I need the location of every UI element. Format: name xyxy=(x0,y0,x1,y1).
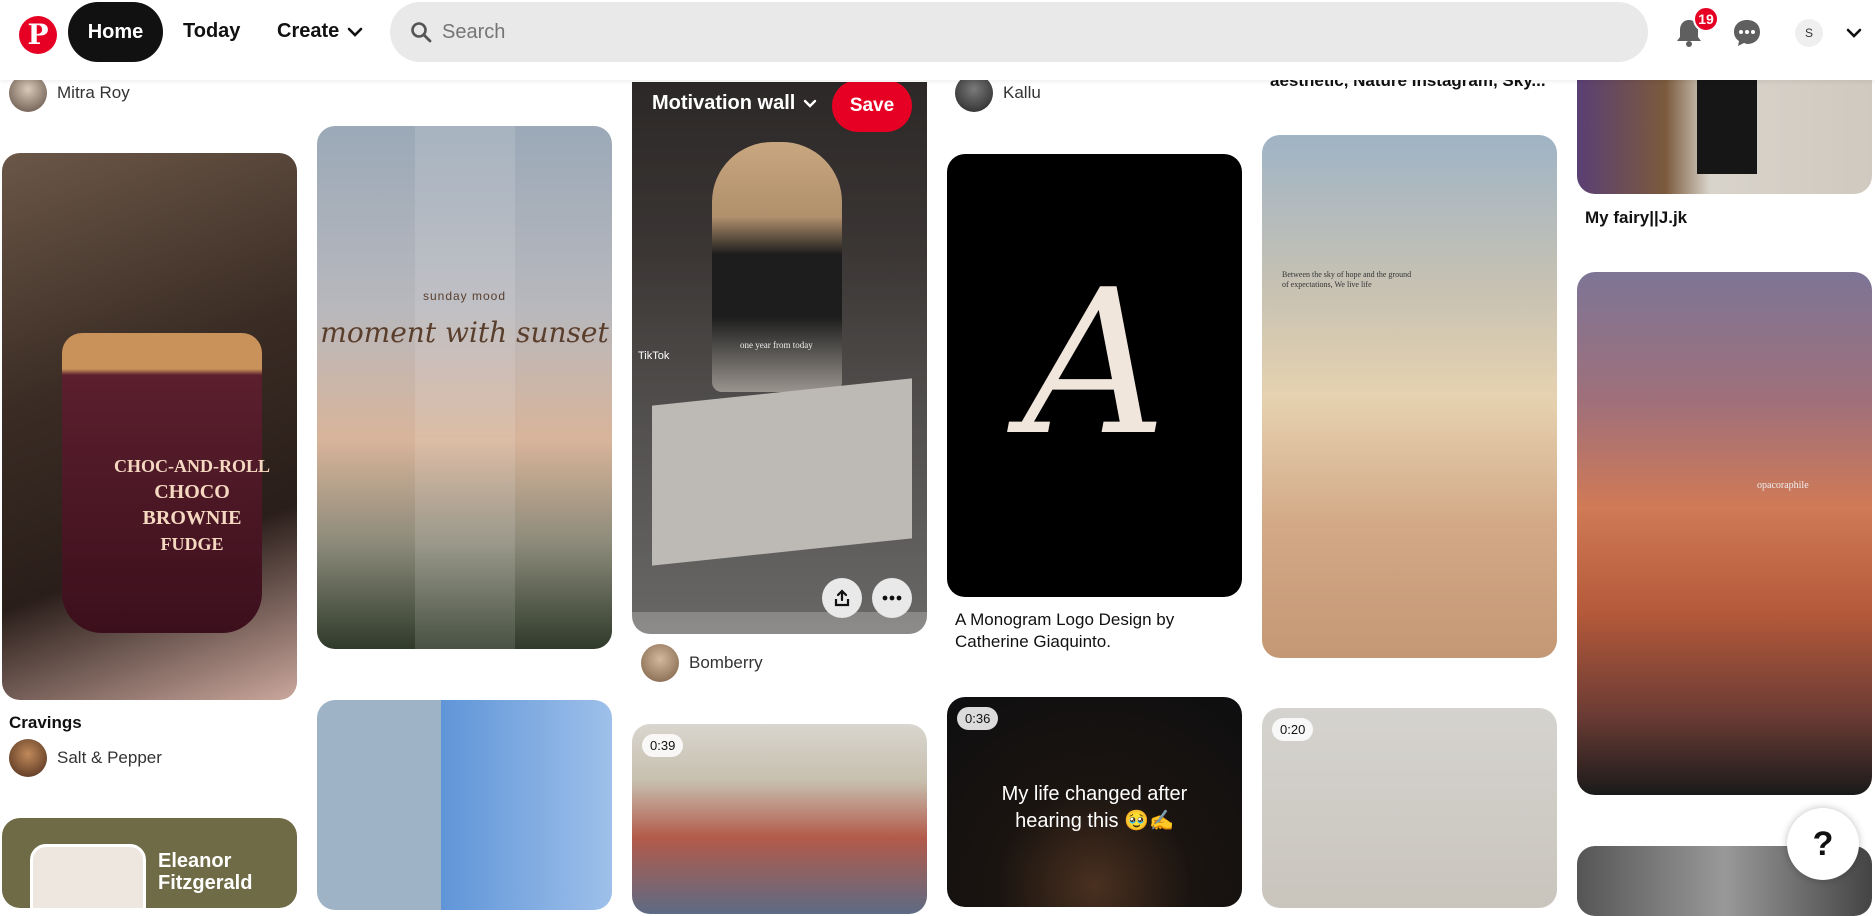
figure-legs-image xyxy=(1697,64,1757,174)
author-name: Mitra Roy xyxy=(57,83,130,102)
board-selector[interactable]: Motivation wall xyxy=(652,92,817,115)
watermark-text: opacoraphile xyxy=(1757,480,1809,491)
top-navigation-bar: P Home Today Create 19 S xyxy=(0,0,1875,80)
clouds-quote-text: Between the sky of hope and the ground o… xyxy=(1282,270,1412,289)
pin-card-sky[interactable] xyxy=(317,700,612,910)
pin-title[interactable]: My fairy||J.jk xyxy=(1585,207,1687,229)
chat-bubble-icon xyxy=(1734,20,1760,46)
share-button[interactable] xyxy=(822,578,862,618)
author-name: Salt & Pepper xyxy=(57,748,162,767)
messages-button[interactable] xyxy=(1726,12,1768,54)
pin-card-eleanor[interactable]: Eleanor Fitzgerald xyxy=(2,818,297,908)
sunset-script-text: moment with sunset xyxy=(320,316,609,349)
papers-image xyxy=(652,378,912,566)
logo-letter: P xyxy=(27,18,49,51)
pin-card-clouds[interactable]: Between the sky of hope and the ground o… xyxy=(1262,135,1557,658)
author-name: Kallu xyxy=(1003,83,1041,102)
account-menu-button[interactable] xyxy=(1833,12,1875,54)
video-duration: 0:20 xyxy=(1272,718,1314,741)
icecream-sub-text: FUDGE xyxy=(160,534,224,554)
share-icon xyxy=(834,589,850,607)
icecream-brand-text: CHOC-AND-ROLL xyxy=(114,456,270,476)
create-label: Create xyxy=(277,20,340,42)
pin-card-orange-sky[interactable]: opacoraphile xyxy=(1577,272,1872,795)
user-avatar xyxy=(9,739,47,777)
video-duration: 0:36 xyxy=(957,707,999,730)
icecream-name-text: CHOCO BROWNIE xyxy=(142,481,242,529)
pin-title[interactable]: Cravings xyxy=(9,712,82,734)
search-input[interactable] xyxy=(440,19,1594,45)
create-menu-button[interactable]: Create xyxy=(277,20,363,43)
search-icon xyxy=(411,22,432,43)
overlay-caption: one year from today xyxy=(740,340,813,350)
user-avatar xyxy=(641,644,679,682)
pin-title[interactable]: A Monogram Logo Design by Catherine Giaq… xyxy=(955,609,1235,653)
ellipsis-icon xyxy=(882,595,902,601)
eleanor-name-text: Eleanor Fitzgerald xyxy=(158,850,253,894)
overlay-strip xyxy=(415,126,515,649)
pin-card-store[interactable] xyxy=(1577,64,1872,194)
chevron-down-icon xyxy=(804,99,817,108)
save-button[interactable]: Save xyxy=(832,82,912,132)
help-button[interactable]: ? xyxy=(1787,808,1859,880)
chevron-down-icon xyxy=(1846,28,1862,38)
video-caption: My life changed after hearing this 🥹✍️ xyxy=(1001,783,1188,832)
profile-avatar[interactable]: S xyxy=(1795,19,1823,47)
pin-author[interactable]: Bomberry xyxy=(641,644,763,682)
pin-card-hands-video[interactable]: 0:20 xyxy=(1262,708,1557,908)
sunset-small-text: sunday mood xyxy=(422,289,507,303)
chevron-down-icon xyxy=(347,27,363,37)
video-duration: 0:39 xyxy=(642,734,684,757)
woman-figure-image xyxy=(712,142,842,392)
pin-card-life-changed-video[interactable]: 0:36 My life changed after hearing this … xyxy=(947,697,1242,907)
pin-card-motivation[interactable]: TikTok one year from today Motivation wa… xyxy=(632,82,927,634)
board-name: Motivation wall xyxy=(652,92,796,114)
notification-count-badge: 19 xyxy=(1693,6,1719,32)
tiktok-watermark: TikTok xyxy=(638,350,670,362)
more-options-button[interactable] xyxy=(872,578,912,618)
monogram-letter: A xyxy=(1022,247,1167,480)
home-tab[interactable]: Home xyxy=(68,2,163,62)
pinterest-logo[interactable]: P xyxy=(19,16,57,54)
search-bar[interactable] xyxy=(390,2,1648,62)
author-name: Bomberry xyxy=(689,653,763,672)
portrait-image xyxy=(30,844,146,908)
pin-card-fabric-shop[interactable]: 0:39 xyxy=(632,724,927,914)
pin-card-sunset[interactable]: sunday mood moment with sunset xyxy=(317,126,612,649)
pin-author[interactable]: Salt & Pepper xyxy=(9,739,162,777)
pin-card-monogram[interactable]: A xyxy=(947,154,1242,597)
pin-card-icecream[interactable]: CHOC-AND-ROLL CHOCO BROWNIE FUDGE xyxy=(2,153,297,700)
today-tab[interactable]: Today xyxy=(183,20,240,43)
